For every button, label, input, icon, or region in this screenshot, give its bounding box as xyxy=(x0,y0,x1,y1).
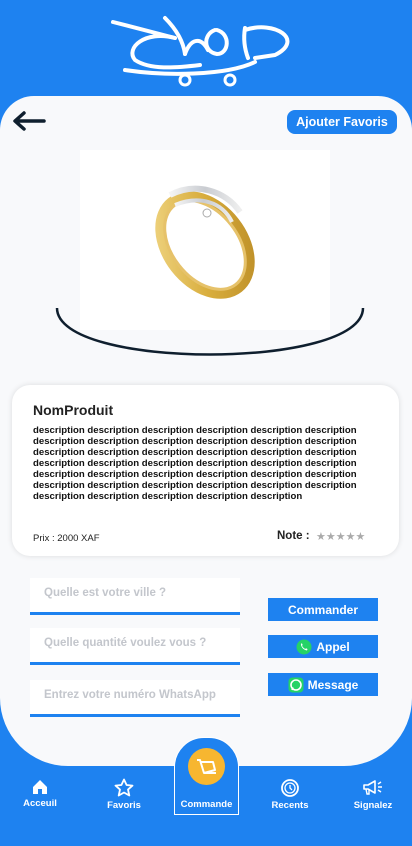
product-name: NomProduit xyxy=(33,402,114,418)
megaphone-icon xyxy=(363,780,382,795)
product-description: description description description desc… xyxy=(33,425,357,502)
clock-icon xyxy=(281,779,299,797)
rating-label: Note : xyxy=(277,530,310,542)
whatsapp-input[interactable] xyxy=(42,688,236,702)
add-favorites-button[interactable]: Ajouter Favoris xyxy=(287,110,397,134)
shop-logo xyxy=(111,16,290,87)
whatsapp-icon xyxy=(296,639,312,654)
call-button-label: Appel xyxy=(316,639,350,654)
order-button[interactable]: Commander xyxy=(268,598,378,621)
nav-report[interactable]: Signalez xyxy=(343,778,403,818)
whatsapp-field[interactable] xyxy=(30,680,240,717)
city-field[interactable] xyxy=(30,578,240,615)
nav-recent-label: Recents xyxy=(271,800,309,811)
star-icon xyxy=(114,778,134,797)
rating-stars[interactable]: ★★★★★ xyxy=(316,530,365,543)
nav-favorites[interactable]: Favoris xyxy=(94,778,154,818)
nav-home[interactable]: Acceuil xyxy=(10,778,70,818)
quantity-field[interactable] xyxy=(30,628,240,665)
message-button[interactable]: Message xyxy=(268,673,378,696)
nav-favorites-label: Favoris xyxy=(107,800,141,811)
cart-icon-circle xyxy=(188,748,225,785)
city-input[interactable] xyxy=(42,586,236,600)
nav-home-label: Acceuil xyxy=(23,798,57,809)
product-pedestal xyxy=(55,307,365,356)
message-icon xyxy=(288,677,304,692)
nav-recent[interactable]: Recents xyxy=(260,778,320,818)
product-price: Prix : 2000 XAF xyxy=(33,533,100,544)
home-icon xyxy=(33,780,47,794)
nav-report-label: Signalez xyxy=(353,800,393,811)
back-arrow-icon[interactable] xyxy=(12,111,46,131)
nav-order-label: Commande xyxy=(180,799,233,810)
call-button[interactable]: Appel xyxy=(268,635,378,658)
quantity-input[interactable] xyxy=(42,636,236,650)
nav-order[interactable]: Commande xyxy=(174,737,239,815)
message-button-label: Message xyxy=(307,677,359,692)
cart-icon xyxy=(197,759,216,774)
order-button-label: Commander xyxy=(287,602,358,617)
app-header xyxy=(0,0,412,98)
